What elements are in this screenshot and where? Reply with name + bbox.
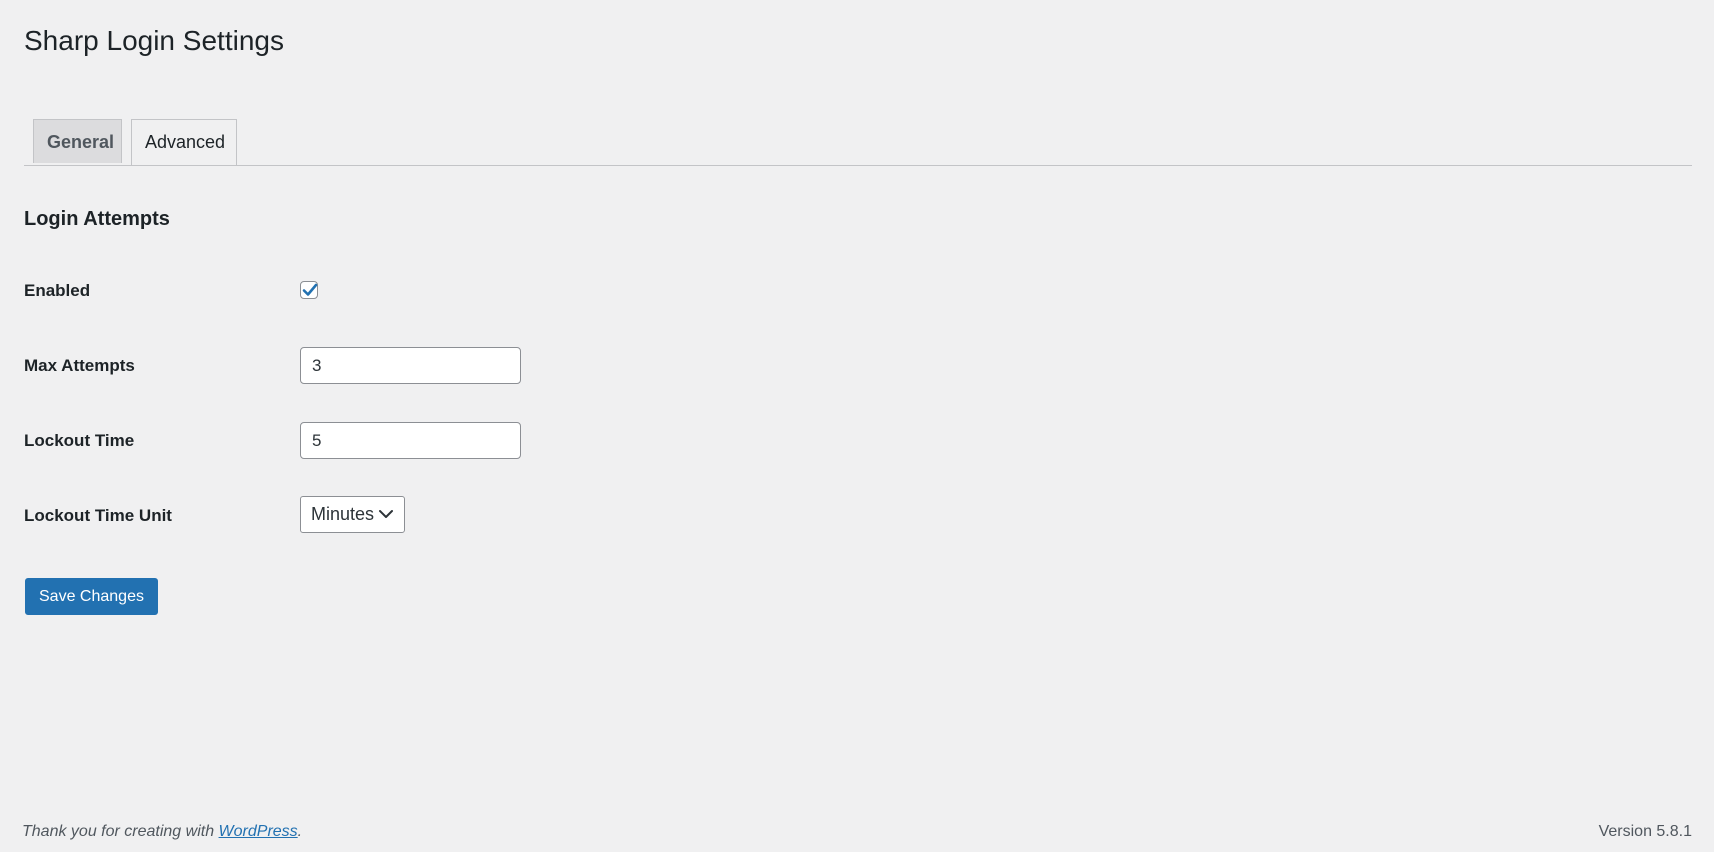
lockout-time-unit-label: Lockout Time Unit: [24, 506, 172, 525]
checkmark-icon: [302, 283, 318, 296]
max-attempts-input[interactable]: 3: [300, 347, 521, 384]
max-attempts-label: Max Attempts: [24, 356, 135, 375]
footer-thanks: Thank you for creating with WordPress.: [22, 823, 302, 841]
section-title-login-attempts: Login Attempts: [24, 208, 170, 230]
lockout-time-input[interactable]: 5: [300, 422, 521, 459]
chevron-down-icon: [379, 510, 393, 518]
tab-general[interactable]: General: [33, 119, 122, 163]
wordpress-link[interactable]: WordPress: [219, 823, 298, 840]
enabled-checkbox[interactable]: [300, 281, 318, 299]
lockout-time-label: Lockout Time: [24, 431, 135, 450]
lockout-time-unit-value: Minutes: [311, 504, 375, 524]
nav-tabs: General Advanced: [24, 119, 1692, 166]
page-title: Sharp Login Settings: [24, 25, 284, 56]
footer-thanks-suffix: .: [297, 823, 303, 840]
enabled-label: Enabled: [24, 281, 91, 300]
footer-version: Version 5.8.1: [1598, 823, 1692, 840]
lockout-time-unit-select[interactable]: Minutes: [300, 496, 405, 533]
save-changes-button[interactable]: Save Changes: [25, 578, 158, 615]
footer-thanks-prefix: Thank you for creating with: [22, 823, 219, 840]
settings-page: Sharp Login Settings General Advanced Lo…: [0, 0, 1714, 852]
tab-advanced[interactable]: Advanced: [131, 119, 237, 165]
